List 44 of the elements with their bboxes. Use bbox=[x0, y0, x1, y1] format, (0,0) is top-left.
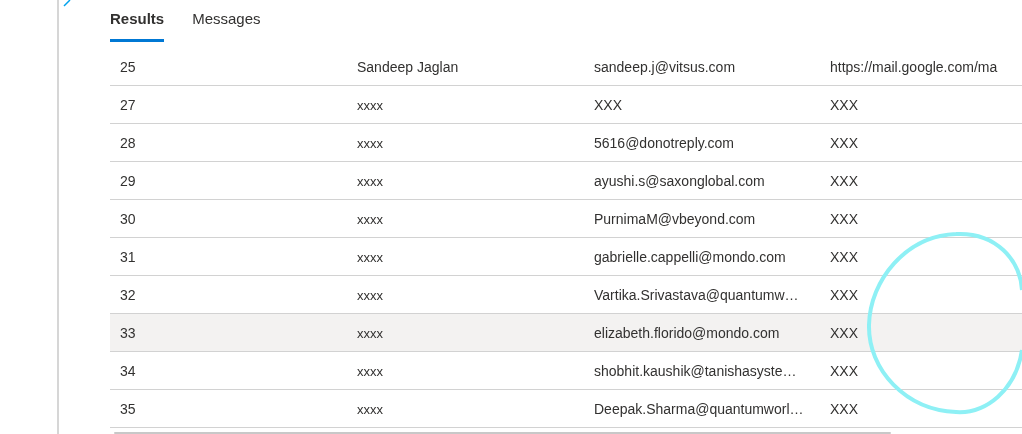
tab[interactable]: Results bbox=[110, 8, 165, 42]
tab[interactable]: Messages bbox=[192, 8, 261, 42]
table-cell: XXX bbox=[830, 362, 858, 379]
table-cell: 27 bbox=[120, 96, 136, 113]
table-cell: 35 bbox=[120, 400, 136, 417]
table-cell: PurnimaM@vbeyond.com bbox=[594, 210, 756, 227]
table-cell: xxxx bbox=[357, 325, 383, 341]
table-cell: xxxx bbox=[357, 97, 383, 113]
table-cell: Deepak.Sharma@quantumworl… bbox=[594, 400, 804, 417]
table-cell: 32 bbox=[120, 286, 136, 303]
table-cell: 33 bbox=[120, 324, 136, 341]
table-cell: shobhit.kaushik@tanishasyste… bbox=[594, 362, 797, 379]
table-cell: xxxx bbox=[357, 135, 383, 151]
table-cell: gabrielle.cappelli@mondo.com bbox=[594, 248, 786, 265]
table-cell: xxxx bbox=[357, 401, 383, 417]
table-cell: 31 bbox=[120, 248, 136, 265]
table-cell: xxxx bbox=[357, 363, 383, 379]
table-cell: xxxx bbox=[357, 173, 383, 189]
table-cell: XXX bbox=[830, 248, 858, 265]
table-row[interactable]: 33 xxxx elizabeth.florido@mondo.com XXX bbox=[110, 314, 1022, 352]
table-cell: XXX bbox=[830, 134, 858, 151]
table-cell: XXX bbox=[594, 96, 622, 113]
table-cell: 25 bbox=[120, 58, 136, 75]
table-cell: https://mail.google.com/ma bbox=[830, 58, 998, 75]
horizontal-scrollbar[interactable] bbox=[114, 432, 891, 434]
table-cell: ayushi.s@saxonglobal.com bbox=[594, 172, 765, 189]
table-cell: 29 bbox=[120, 172, 136, 189]
table-cell: xxxx bbox=[357, 249, 383, 265]
table-cell: XXX bbox=[830, 286, 858, 303]
table-cell: sandeep.j@vitsus.com bbox=[594, 58, 736, 75]
table-cell: xxxx bbox=[357, 287, 383, 303]
table-cell: Sandeep Jaglan bbox=[357, 58, 459, 75]
table-cell: 34 bbox=[120, 362, 136, 379]
table-cell: Vartika.Srivastava@quantumw… bbox=[594, 286, 799, 303]
table-cell: xxxx bbox=[357, 211, 383, 227]
table-cell: XXX bbox=[830, 324, 858, 341]
table-cell: XXX bbox=[830, 210, 858, 227]
table-cell: XXX bbox=[830, 172, 858, 189]
table-cell: 30 bbox=[120, 210, 136, 227]
table-cell: elizabeth.florido@mondo.com bbox=[594, 324, 780, 341]
table-cell: XXX bbox=[830, 96, 858, 113]
table-cell: 5616@donotreply.com bbox=[594, 134, 735, 151]
table-cell: 28 bbox=[120, 134, 136, 151]
table-cell: XXX bbox=[830, 400, 858, 417]
